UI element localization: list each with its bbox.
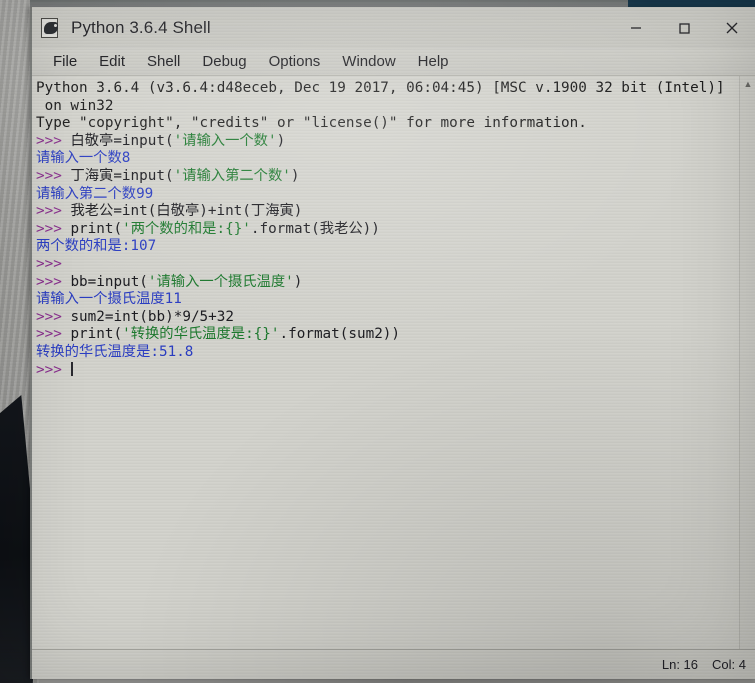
prompt-marker: >>> [36,203,71,220]
menu-item-options[interactable]: Options [258,51,332,72]
banner-text: on win32 [36,97,114,114]
output-text: 请输入一个摄氏温度11 [36,291,182,308]
menu-item-file[interactable]: File [42,51,88,72]
code-text: sum2=int(bb)*9/5+32 [70,308,234,325]
status-line-number: Ln: 16 [661,657,699,672]
code-text: 白敬亭=input( [70,132,174,149]
banner-text: Type "copyright", "credits" or "license(… [36,115,587,132]
shell-banner-line: Type "copyright", "credits" or "license(… [36,115,737,133]
prompt-marker: >>> [36,220,71,237]
shell-output-line: 两个数的和是:107 [36,238,737,256]
string-literal: '请输入一个数' [173,132,277,149]
idle-shell-window: Python 3.6.4 Shell File Edit Shell Debug… [30,7,755,679]
shell-input-line: >>> sum2=int(bb)*9/5+32 [36,309,737,327]
menu-bar: File Edit Shell Debug Options Window Hel… [32,48,755,76]
string-literal: '两个数的和是:{}' [122,220,251,237]
shell-input-line: >>> print('两个数的和是:{}'.format(我老公)) [36,221,737,239]
banner-text: Python 3.6.4 (v3.6.4:d48eceb, Dec 19 201… [36,80,725,96]
prompt-marker: >>> [36,255,71,272]
prompt-marker: >>> [36,132,71,149]
shell-area: Python 3.6.4 (v3.6.4:d48eceb, Dec 19 201… [32,76,755,649]
photograph-of-screen: Python 3.6.4 Shell File Edit Shell Debug… [0,0,755,683]
menu-item-debug[interactable]: Debug [191,51,257,72]
code-text: ) [293,273,303,290]
title-bar: Python 3.6.4 Shell [32,7,755,48]
code-text: .format(sum2)) [279,326,401,343]
window-controls [612,7,755,48]
code-text: print( [70,220,123,237]
scroll-up-icon[interactable]: ▲ [740,76,755,92]
minimize-button[interactable] [612,7,660,48]
shell-text-output[interactable]: Python 3.6.4 (v3.6.4:d48eceb, Dec 19 201… [32,76,739,649]
prompt-marker: >>> [36,167,71,184]
prompt-marker: >>> [36,361,71,378]
code-text: print( [70,326,123,343]
window-title: Python 3.6.4 Shell [71,17,211,37]
prompt-marker: >>> [36,308,71,325]
menu-item-help[interactable]: Help [407,51,460,72]
text-caret [71,361,74,376]
python-idle-icon [40,17,62,39]
string-literal: '请输入第二个数' [173,167,291,184]
shell-banner-line: on win32 [36,98,737,116]
shell-banner-line: Python 3.6.4 (v3.6.4:d48eceb, Dec 19 201… [36,80,737,98]
code-text: .format(我老公)) [250,220,380,237]
menu-item-window[interactable]: Window [331,51,406,72]
output-text: 两个数的和是:107 [36,238,157,255]
shell-output-line: 转换的华氏温度是:51.8 [36,344,737,362]
shell-input-line: >>> bb=input('请输入一个摄氏温度') [36,274,737,292]
output-text: 转换的华氏温度是:51.8 [36,343,194,360]
string-literal: '转换的华氏温度是:{}' [122,326,280,343]
shell-input-line: >>> 丁海寅=input('请输入第二个数') [36,168,737,186]
output-text: 请输入第二个数99 [36,185,154,202]
output-text: 请输入一个数8 [36,150,131,167]
shell-output-line: 请输入一个摄氏温度11 [36,291,737,309]
code-text: ) [290,167,300,184]
shell-input-line: >>> 白敬亭=input('请输入一个数') [36,133,737,151]
shell-output-line: 请输入一个数8 [36,150,737,168]
vertical-scrollbar[interactable]: ▲ [739,76,755,649]
code-text: 我老公=int(白敬亭)+int(丁海寅) [70,203,303,220]
shell-input-line: >>> print('转换的华氏温度是:{}'.format(sum2)) [36,326,737,344]
status-column-number: Col: 4 [712,657,746,672]
status-bar: Ln: 16 Col: 4 [32,649,755,679]
shell-active-prompt-line: >>> [36,361,737,380]
shell-output-line: 请输入第二个数99 [36,186,737,204]
code-text: ) [276,132,286,149]
shell-input-line: >>> 我老公=int(白敬亭)+int(丁海寅) [36,203,737,221]
maximize-button[interactable] [660,7,708,48]
string-literal: '请输入一个摄氏温度' [147,273,294,290]
code-text: 丁海寅=input( [70,167,174,184]
prompt-marker: >>> [36,273,71,290]
shell-input-line: >>> [36,256,737,274]
menu-item-shell[interactable]: Shell [136,51,191,72]
desktop-background-top [30,0,630,7]
close-button[interactable] [708,7,755,48]
prompt-marker: >>> [36,326,71,343]
menu-item-edit[interactable]: Edit [88,51,136,72]
code-text: bb=input( [70,273,148,290]
